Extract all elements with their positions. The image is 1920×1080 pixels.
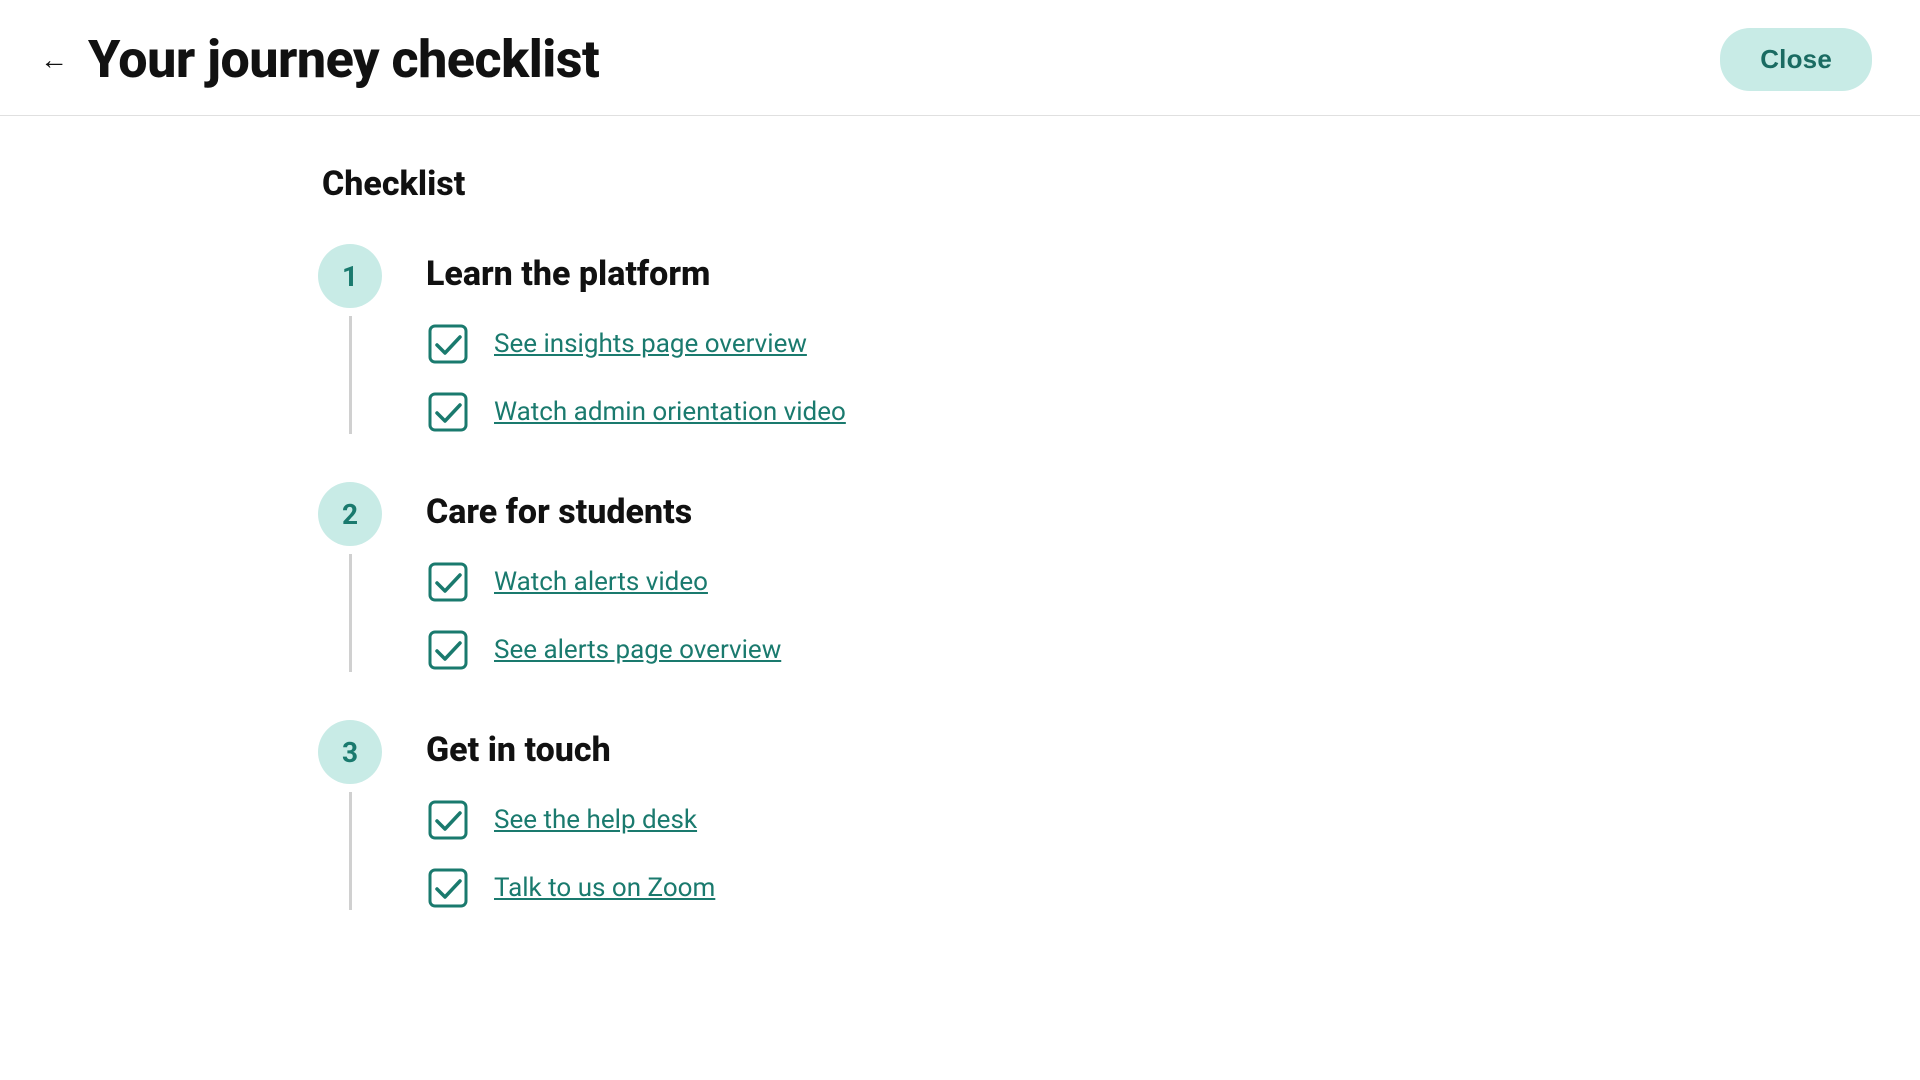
checklist-group-3: 3 Get in touch See th [310,720,1610,910]
back-button[interactable]: ← [40,46,68,74]
step-circle-2: 2 [318,482,382,546]
main-content: Checklist 1 Learn the platform [0,116,1920,1080]
group-left-1: 1 [310,244,390,434]
page-wrapper: ← Your journey checklist Close Checklist… [0,0,1920,1080]
list-item: Watch admin orientation video [426,390,1610,434]
group-right-1: Learn the platform See insights page ove… [390,244,1610,434]
list-item: Watch alerts video [426,560,1610,604]
close-button[interactable]: Close [1720,28,1872,91]
checkbox-icon [426,322,470,366]
group-right-2: Care for students Watch alerts video [390,482,1610,672]
checkbox-icon [426,866,470,910]
checkbox-icon [426,798,470,842]
list-item: See insights page overview [426,322,1610,366]
group-left-2: 2 [310,482,390,672]
list-item: See alerts page overview [426,628,1610,672]
checklist-items-2: Watch alerts video See alerts page overv… [426,560,1610,672]
item-link[interactable]: Talk to us on Zoom [494,873,715,903]
item-link[interactable]: See insights page overview [494,329,807,359]
checklist-group-2: 2 Care for students W [310,482,1610,672]
page-title: Your journey checklist [88,29,599,90]
step-circle-1: 1 [318,244,382,308]
group-heading-3: Get in touch [426,730,1610,770]
list-item: Talk to us on Zoom [426,866,1610,910]
checklist-items-1: See insights page overview Watch admin o… [426,322,1610,434]
content-inner: Checklist 1 Learn the platform [310,116,1610,1080]
checkbox-icon [426,628,470,672]
checklist-items-3: See the help desk Talk to us on Zoom [426,798,1610,910]
item-link[interactable]: Watch alerts video [494,567,708,597]
checkbox-icon [426,560,470,604]
item-link[interactable]: Watch admin orientation video [494,397,846,427]
item-link[interactable]: See the help desk [494,805,697,835]
group-left-3: 3 [310,720,390,910]
group-heading-2: Care for students [426,492,1610,532]
list-item: See the help desk [426,798,1610,842]
step-line-2 [349,554,352,672]
step-line-1 [349,316,352,434]
checklist-title: Checklist [310,164,1610,204]
checkbox-icon [426,390,470,434]
header: ← Your journey checklist Close [0,0,1920,116]
group-right-3: Get in touch See the help desk [390,720,1610,910]
item-link[interactable]: See alerts page overview [494,635,781,665]
checklist-group-1: 1 Learn the platform [310,244,1610,434]
group-heading-1: Learn the platform [426,254,1610,294]
header-left: ← Your journey checklist [40,29,599,90]
step-circle-3: 3 [318,720,382,784]
step-line-3 [349,792,352,910]
